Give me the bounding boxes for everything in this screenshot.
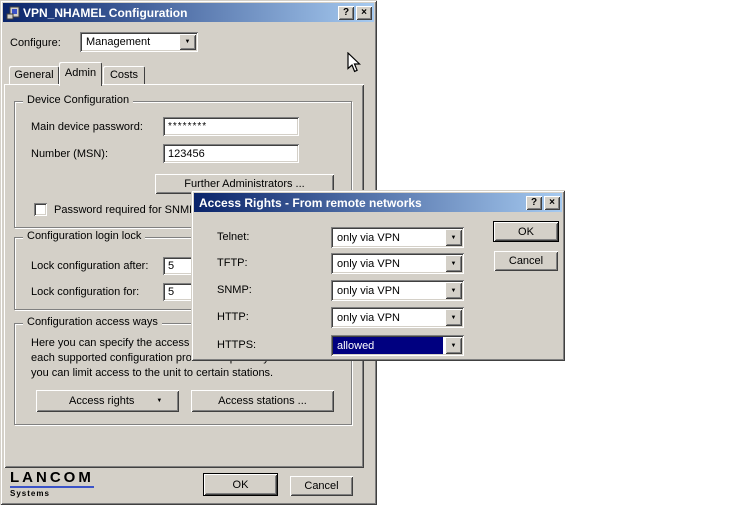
chevron-down-icon[interactable]: ▼ bbox=[445, 229, 462, 246]
chevron-down-icon[interactable]: ▼ bbox=[445, 282, 462, 299]
mouse-cursor bbox=[347, 52, 362, 77]
help-button[interactable]: ? bbox=[338, 6, 354, 20]
telnet-select-value: only via VPN bbox=[333, 229, 443, 246]
configure-select-value: Management bbox=[82, 34, 177, 50]
cancel-button-label: Cancel bbox=[304, 480, 338, 492]
snmp-select-value: only via VPN bbox=[333, 282, 443, 299]
telnet-label: Telnet: bbox=[217, 231, 249, 243]
main-dialog-title: VPN_NHAMEL Configuration bbox=[20, 6, 187, 20]
ok-button[interactable]: OK bbox=[203, 473, 278, 496]
app-icon bbox=[6, 6, 20, 20]
lancom-logo-brand: LANCOM bbox=[10, 470, 94, 488]
lock-after-label: Lock configuration after: bbox=[31, 260, 148, 272]
access-rights-button[interactable]: Access rights ▼ bbox=[36, 390, 179, 412]
access-rights-titlebar: Access Rights - From remote networks ? × bbox=[194, 193, 562, 212]
device-configuration-group-title: Device Configuration bbox=[23, 94, 133, 106]
tftp-label: TFTP: bbox=[217, 257, 248, 269]
ok-button-label: OK bbox=[233, 479, 249, 491]
snmp-label: SNMP: bbox=[217, 284, 252, 296]
http-label: HTTP: bbox=[217, 311, 249, 323]
telnet-select[interactable]: only via VPN ▼ bbox=[331, 227, 464, 248]
chevron-down-icon: ▼ bbox=[156, 398, 162, 404]
ok-button-label: OK bbox=[518, 226, 534, 238]
cancel-button[interactable]: Cancel bbox=[494, 251, 558, 271]
access-description-line1: Here you can specify the access bbox=[31, 337, 189, 349]
tab-costs[interactable]: Costs bbox=[103, 66, 145, 85]
access-rights-dialog-window: Access Rights - From remote networks ? ×… bbox=[191, 190, 565, 361]
access-rights-button-label: Access rights bbox=[69, 395, 134, 407]
lancom-logo: LANCOM Systems bbox=[10, 470, 94, 498]
main-titlebar: VPN_NHAMEL Configuration ? × bbox=[3, 3, 374, 22]
desktop: VPN_NHAMEL Configuration ? × Configure: … bbox=[0, 0, 756, 507]
http-select-value: only via VPN bbox=[333, 309, 443, 326]
snmp-select[interactable]: only via VPN ▼ bbox=[331, 280, 464, 301]
configuration-login-lock-group-title: Configuration login lock bbox=[23, 230, 145, 242]
chevron-down-icon[interactable]: ▼ bbox=[179, 34, 196, 50]
tftp-select[interactable]: only via VPN ▼ bbox=[331, 253, 464, 274]
main-device-password-input[interactable] bbox=[163, 117, 299, 136]
access-stations-button-label: Access stations ... bbox=[218, 395, 307, 407]
https-select-value: allowed bbox=[333, 337, 443, 354]
msn-label: Number (MSN): bbox=[31, 148, 108, 160]
msn-input[interactable] bbox=[163, 144, 299, 163]
chevron-down-icon[interactable]: ▼ bbox=[445, 255, 462, 272]
access-stations-button[interactable]: Access stations ... bbox=[191, 390, 334, 412]
tftp-select-value: only via VPN bbox=[333, 255, 443, 272]
chevron-down-icon[interactable]: ▼ bbox=[445, 337, 462, 354]
https-label: HTTPS: bbox=[217, 339, 256, 351]
https-select[interactable]: allowed ▼ bbox=[331, 335, 464, 356]
snmp-password-checkbox[interactable] bbox=[34, 203, 47, 216]
configuration-access-ways-group-title: Configuration access ways bbox=[23, 316, 162, 328]
ok-button[interactable]: OK bbox=[493, 221, 559, 242]
close-icon[interactable]: × bbox=[544, 196, 560, 210]
snmp-password-checkbox-label: Password required for SNMP bbox=[54, 204, 196, 216]
further-administrators-button-label: Further Administrators ... bbox=[184, 178, 304, 190]
cancel-button-label: Cancel bbox=[509, 255, 543, 267]
lancom-logo-sub: Systems bbox=[10, 489, 94, 498]
http-select[interactable]: only via VPN ▼ bbox=[331, 307, 464, 328]
access-description-line3: you can limit access to the unit to cert… bbox=[31, 367, 273, 379]
configure-label: Configure: bbox=[10, 37, 61, 49]
lock-for-label: Lock configuration for: bbox=[31, 286, 139, 298]
chevron-down-icon[interactable]: ▼ bbox=[445, 309, 462, 326]
configure-select[interactable]: Management ▼ bbox=[80, 32, 198, 52]
cancel-button[interactable]: Cancel bbox=[290, 476, 353, 496]
access-rights-dialog-title: Access Rights - From remote networks bbox=[196, 196, 422, 210]
close-icon[interactable]: × bbox=[356, 6, 372, 20]
tab-admin[interactable]: Admin bbox=[59, 62, 102, 86]
help-button[interactable]: ? bbox=[526, 196, 542, 210]
main-device-password-label: Main device password: bbox=[31, 121, 143, 133]
tab-general[interactable]: General bbox=[9, 66, 59, 85]
